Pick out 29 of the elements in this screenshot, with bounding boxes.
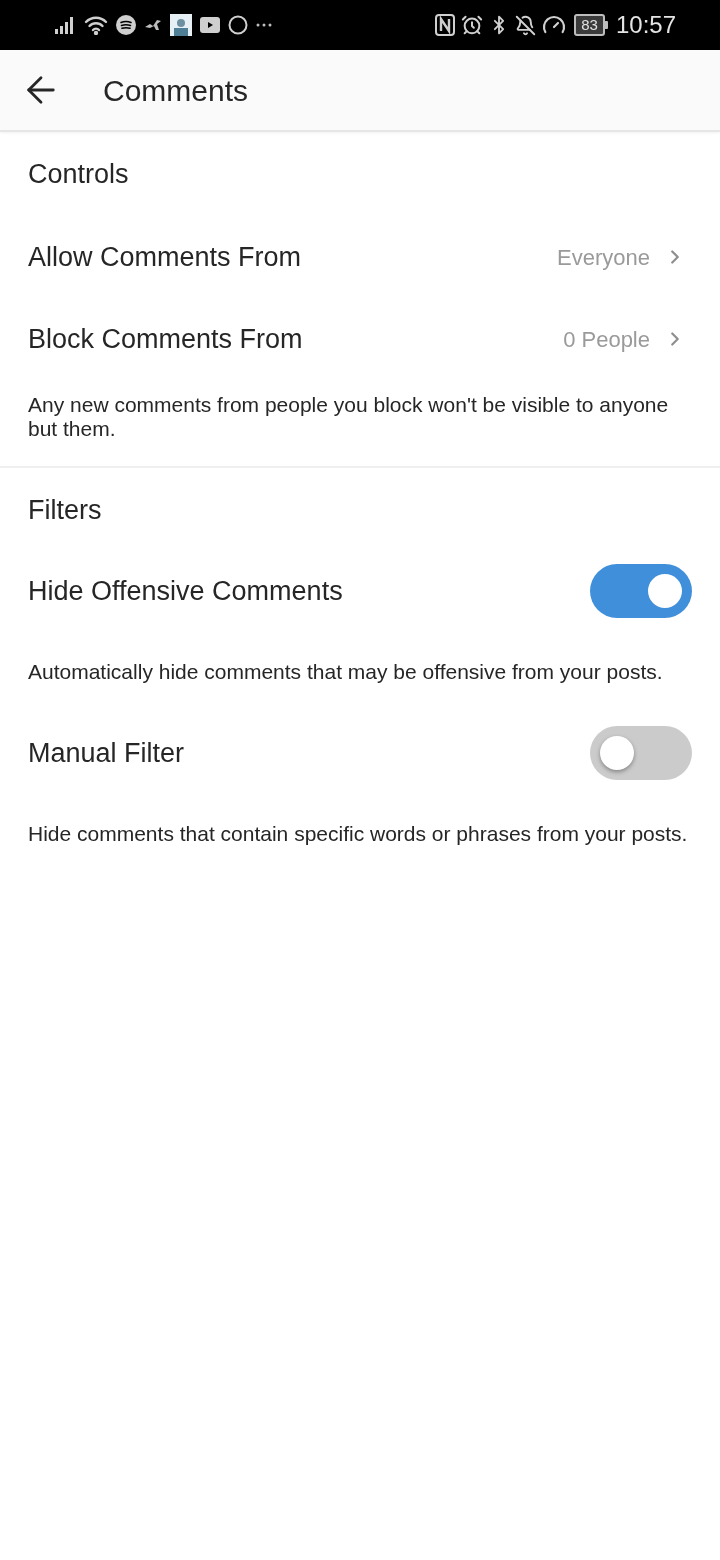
toggle-switch[interactable] (590, 726, 692, 780)
section-title: Filters (28, 493, 102, 527)
row-description: Hide comments that contain specific words or phrases from your posts. (27, 821, 689, 847)
battery-indicator: 83 (574, 14, 608, 36)
row-label: Hide Offensive Comments (28, 574, 343, 608)
row-value: Everyone (557, 243, 650, 272)
row-value: 0 People (563, 325, 650, 354)
wifi-icon (84, 15, 108, 35)
section-title: Controls (28, 157, 129, 191)
more-dots-icon (256, 23, 272, 27)
row-description: Any new comments from people you block won't be visible to anyone but them. (27, 392, 670, 442)
signal-icon (54, 16, 76, 34)
settings-row[interactable]: Allow Comments From Everyone (0, 216, 720, 298)
row-description: Automatically hide comments that may be offensive from your posts. (27, 659, 664, 685)
nfc-icon (435, 14, 456, 36)
bird-icon (144, 18, 162, 32)
header-title: Comments (103, 72, 249, 109)
picture-thumbnail-icon (170, 14, 192, 36)
row-label: Manual Filter (28, 736, 185, 770)
bell-off-icon (515, 14, 537, 36)
row-label: Allow Comments From (28, 240, 302, 274)
music-disc-icon (116, 15, 136, 35)
play-box-icon (200, 17, 220, 33)
alarm-clock-icon (461, 14, 484, 36)
settings-row[interactable]: Block Comments From 0 People (0, 298, 720, 380)
row-label: Block Comments From (28, 322, 303, 356)
toggle-switch[interactable] (590, 564, 692, 618)
status-time: 10:57 (615, 13, 676, 37)
ring-icon (228, 15, 248, 35)
